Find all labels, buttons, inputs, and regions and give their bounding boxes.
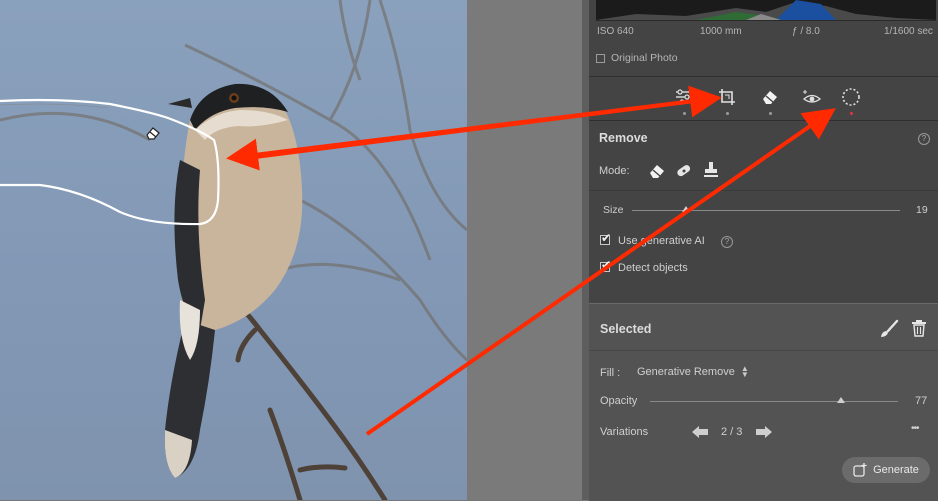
fill-value: Generative Remove [637, 366, 735, 378]
previous-variation-icon[interactable] [691, 425, 709, 439]
tool-strip [589, 79, 938, 119]
masking-active-dot [850, 112, 853, 115]
original-photo-label: Original Photo [611, 52, 678, 64]
fill-label: Fill : [600, 367, 621, 379]
selected-title: Selected [600, 322, 652, 336]
variations-label: Variations [600, 426, 649, 438]
sliders-icon [676, 89, 692, 105]
help-icon[interactable]: ? [918, 133, 930, 145]
red-eye-icon [803, 90, 821, 103]
masking-icon [842, 88, 860, 106]
photo-canvas[interactable] [0, 0, 467, 500]
crop-icon [719, 89, 735, 105]
opacity-slider-thumb[interactable] [836, 397, 845, 403]
divider [589, 350, 938, 351]
size-slider-thumb[interactable] [681, 206, 690, 212]
generate-button[interactable]: Generate [842, 457, 930, 483]
heal-mode-icon[interactable] [675, 163, 693, 179]
exif-info: ISO 640 1000 mm ƒ / 8.0 1/1600 sec [589, 26, 938, 40]
remove-tool-button[interactable] [758, 86, 782, 108]
size-value[interactable]: 19 [916, 204, 928, 216]
detect-objects-checkbox[interactable] [600, 258, 611, 272]
crop-tool-button[interactable] [715, 86, 739, 108]
edit-tool-button[interactable] [672, 86, 696, 108]
masking-tool-button[interactable] [839, 86, 863, 108]
original-photo-checkbox[interactable] [596, 53, 605, 63]
generate-label: Generate [873, 464, 919, 476]
divider [589, 76, 938, 77]
generative-ai-help-icon[interactable]: ? [721, 236, 733, 248]
eraser-cursor-icon [146, 127, 160, 140]
eraser-icon [763, 91, 777, 104]
more-options-icon[interactable]: ••• [911, 423, 919, 434]
generate-icon [853, 463, 867, 477]
mode-label: Mode: [599, 165, 630, 177]
panel-separator[interactable] [582, 0, 589, 500]
detect-objects-label: Detect objects [618, 262, 688, 274]
histogram [596, 0, 936, 21]
brush-icon[interactable] [879, 319, 899, 339]
opacity-slider-track[interactable] [650, 401, 898, 402]
edit-panel: ISO 640 1000 mm ƒ / 8.0 1/1600 sec Origi… [589, 0, 938, 501]
opacity-label: Opacity [600, 395, 638, 407]
divider [589, 190, 938, 191]
exif-iso: ISO 640 [597, 26, 634, 37]
erase-mode-icon[interactable] [648, 163, 666, 179]
trash-icon[interactable] [911, 319, 927, 337]
updown-chevron-icon: ▲ ▼ [740, 364, 749, 379]
tool-dot [811, 112, 814, 115]
red-eye-tool-button[interactable] [800, 86, 824, 108]
variations-value: 2 / 3 [721, 426, 743, 438]
use-generative-ai-label: Use generative AI [618, 235, 705, 247]
canvas-background [467, 0, 582, 500]
opacity-value[interactable]: 77 [915, 395, 927, 407]
next-variation-icon[interactable] [755, 425, 773, 439]
tool-dot [726, 112, 729, 115]
exif-focal-length: 1000 mm [700, 26, 742, 37]
selected-card: Selected Fill : Generative Remove ▲ ▼ Opa… [589, 303, 938, 501]
exif-shutter: 1/1600 sec [884, 26, 933, 37]
tool-dot [769, 112, 772, 115]
size-label: Size [603, 204, 624, 216]
tool-dot [683, 112, 686, 115]
divider [589, 120, 938, 121]
use-generative-ai-checkbox[interactable] [600, 231, 611, 245]
size-slider-track[interactable] [632, 210, 900, 211]
clone-mode-icon[interactable] [703, 161, 719, 179]
exif-aperture: ƒ / 8.0 [792, 26, 820, 37]
original-photo-toggle[interactable]: Original Photo [596, 52, 678, 64]
fill-dropdown[interactable]: Generative Remove ▲ ▼ [637, 364, 749, 379]
remove-section-title: Remove [599, 131, 648, 145]
selection-outline[interactable] [0, 0, 467, 500]
